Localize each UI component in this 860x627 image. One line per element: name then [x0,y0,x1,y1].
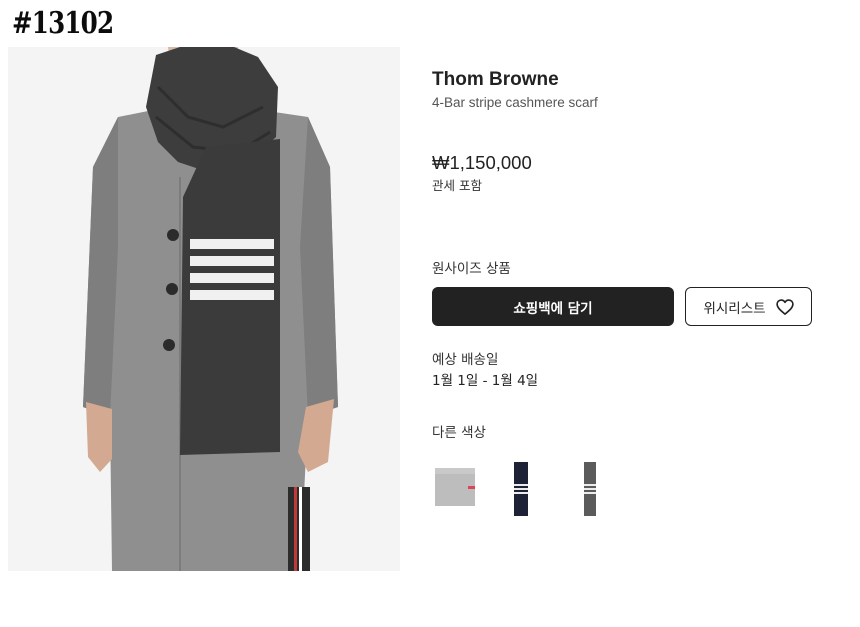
wishlist-label: 위시리스트 [703,300,766,317]
wishlist-button[interactable]: 위시리스트 [685,287,812,326]
add-to-bag-label: 쇼핑백에 담기 [513,300,593,317]
color-swatch-dark-grey[interactable] [576,458,636,520]
estimated-delivery-date: 1월 1일 - 1월 4일 [432,373,539,389]
heart-outline-icon [775,298,794,315]
image-id-watermark: #13102 [12,6,114,41]
brand-name[interactable]: Thom Browne [432,69,559,91]
product-name: 4-Bar stripe cashmere scarf [432,95,598,110]
duty-included-note: 관세 포함 [432,178,482,193]
light-grey-scarf-thumbnail [435,468,475,506]
other-colors-label: 다른 색상 [432,425,486,441]
dark-grey-scarf-thumbnail [584,462,596,516]
model-wearing-scarf-illustration [8,47,400,571]
one-size-label: 원사이즈 상품 [432,261,511,277]
color-swatch-navy[interactable] [506,458,566,520]
product-price: ₩1,150,000 [432,152,532,173]
navy-scarf-thumbnail [514,462,528,516]
estimated-delivery-label: 예상 배송일 [432,352,499,368]
product-image[interactable] [8,47,400,571]
add-to-bag-button[interactable]: 쇼핑백에 담기 [432,287,674,326]
color-swatch-light-grey[interactable] [432,458,492,520]
